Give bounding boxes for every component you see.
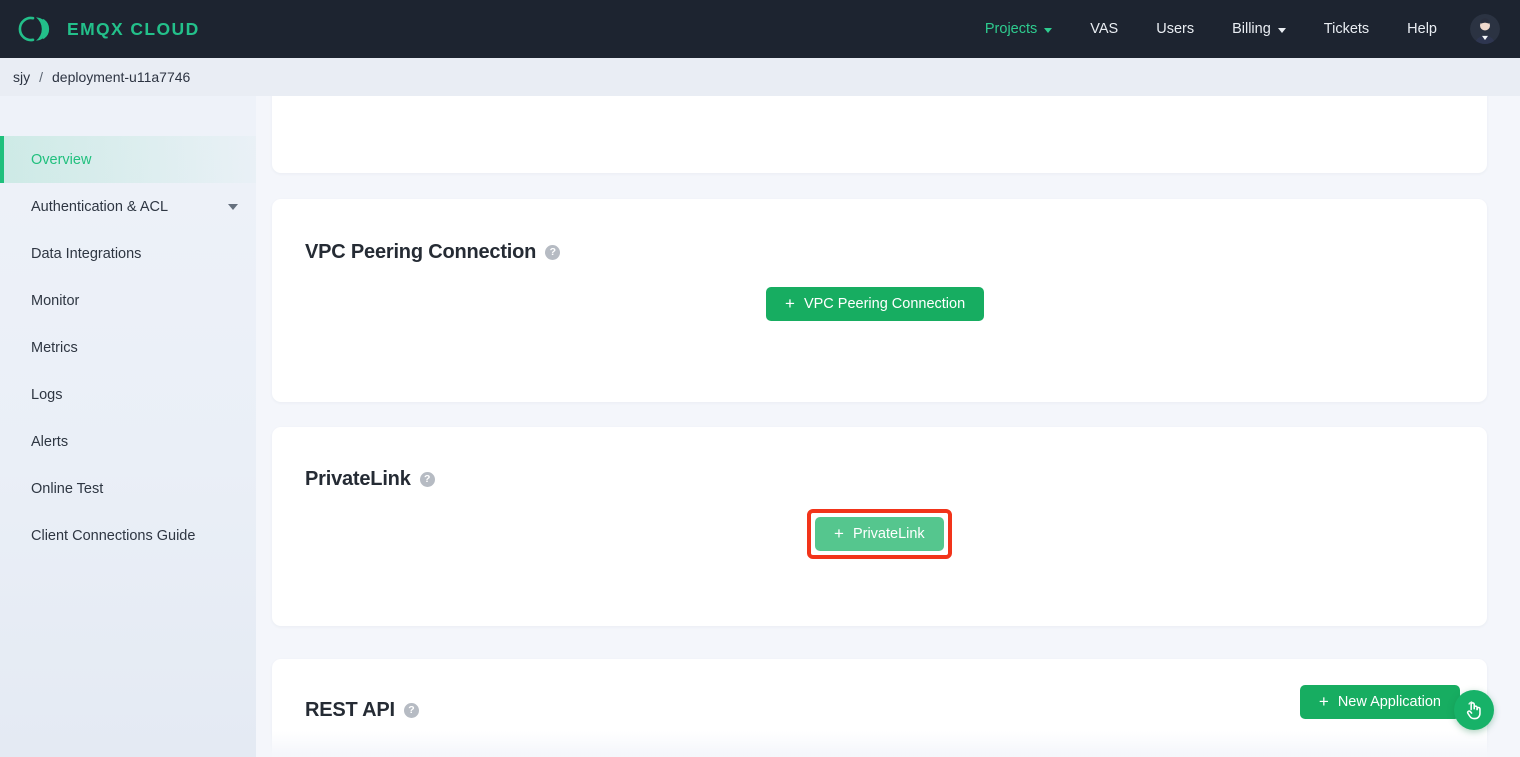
sidebar-item-label: Metrics bbox=[31, 340, 78, 356]
nav-item-tickets[interactable]: Tickets bbox=[1305, 0, 1388, 58]
breadcrumb-root[interactable]: sjy bbox=[13, 69, 30, 85]
tap-hand-icon[interactable] bbox=[1454, 690, 1494, 730]
page-title-text: PrivateLink bbox=[305, 468, 411, 491]
privatelink-button-highlight: + PrivateLink bbox=[807, 509, 952, 559]
button-label: New Application bbox=[1338, 694, 1441, 710]
privatelink-card-title: PrivateLink ? bbox=[305, 468, 435, 491]
card-scrolled-above bbox=[272, 96, 1487, 173]
add-vpc-peering-connection-button[interactable]: + VPC Peering Connection bbox=[766, 287, 984, 321]
nav-item-billing[interactable]: Billing bbox=[1213, 0, 1305, 58]
brand-name: EMQX CLOUD bbox=[67, 19, 200, 40]
breadcrumb-current[interactable]: deployment-u11a7746 bbox=[52, 69, 190, 85]
vpc-card-title: VPC Peering Connection ? bbox=[305, 241, 560, 264]
brand-logo[interactable]: EMQX CLOUD bbox=[16, 14, 200, 44]
sidebar: Overview Authentication & ACL Data Integ… bbox=[0, 96, 256, 757]
sidebar-item-label: Online Test bbox=[31, 481, 103, 497]
main-content: VPC Peering Connection ? + VPC Peering C… bbox=[256, 96, 1520, 757]
chevron-down-icon bbox=[228, 204, 238, 210]
new-application-button[interactable]: + New Application bbox=[1300, 685, 1460, 719]
help-icon[interactable]: ? bbox=[404, 703, 419, 718]
nav-item-label: VAS bbox=[1090, 21, 1118, 37]
add-privatelink-button[interactable]: + PrivateLink bbox=[815, 517, 944, 551]
nav-item-projects[interactable]: Projects bbox=[966, 0, 1071, 58]
nav-item-label: Projects bbox=[985, 21, 1037, 37]
chevron-down-icon bbox=[1044, 28, 1052, 33]
nav-item-help[interactable]: Help bbox=[1388, 0, 1456, 58]
sidebar-item-online-test[interactable]: Online Test bbox=[0, 465, 256, 512]
sidebar-item-metrics[interactable]: Metrics bbox=[0, 324, 256, 371]
plus-icon: + bbox=[834, 525, 844, 542]
sidebar-item-monitor[interactable]: Monitor bbox=[0, 277, 256, 324]
emqx-logo-icon bbox=[16, 14, 56, 44]
breadcrumb-separator: / bbox=[39, 69, 43, 85]
card-vpc-peering-connection: VPC Peering Connection ? + VPC Peering C… bbox=[272, 199, 1487, 402]
card-privatelink: PrivateLink ? + PrivateLink bbox=[272, 427, 1487, 626]
sidebar-item-label: Data Integrations bbox=[31, 246, 141, 262]
nav-item-label: Tickets bbox=[1324, 21, 1369, 37]
sidebar-item-data-integrations[interactable]: Data Integrations bbox=[0, 230, 256, 277]
sidebar-item-overview[interactable]: Overview bbox=[0, 136, 256, 183]
sidebar-item-label: Overview bbox=[31, 152, 91, 168]
plus-icon: + bbox=[1319, 693, 1329, 710]
help-icon[interactable]: ? bbox=[545, 245, 560, 260]
chevron-down-icon bbox=[1278, 28, 1286, 33]
nav-item-label: Billing bbox=[1232, 21, 1271, 37]
sidebar-item-label: Monitor bbox=[31, 293, 79, 309]
page-title-text: REST API bbox=[305, 699, 395, 722]
nav-item-users[interactable]: Users bbox=[1137, 0, 1213, 58]
breadcrumb: sjy / deployment-u11a7746 bbox=[0, 58, 1520, 96]
sidebar-item-logs[interactable]: Logs bbox=[0, 371, 256, 418]
card-rest-api: REST API ? + New Application API Endpoin… bbox=[272, 659, 1487, 757]
sidebar-item-client-connections-guide[interactable]: Client Connections Guide bbox=[0, 512, 256, 559]
sidebar-item-label: Authentication & ACL bbox=[31, 199, 168, 215]
help-icon[interactable]: ? bbox=[420, 472, 435, 487]
top-navigation-bar: EMQX CLOUD Projects VAS Users Billing Ti… bbox=[0, 0, 1520, 58]
nav-item-label: Users bbox=[1156, 21, 1194, 37]
page-title-text: VPC Peering Connection bbox=[305, 241, 536, 264]
app-root: EMQX CLOUD Projects VAS Users Billing Ti… bbox=[0, 0, 1520, 757]
sidebar-item-authentication-acl[interactable]: Authentication & ACL bbox=[0, 183, 256, 230]
sidebar-item-alerts[interactable]: Alerts bbox=[0, 418, 256, 465]
button-label: PrivateLink bbox=[853, 526, 925, 542]
sidebar-item-label: Logs bbox=[31, 387, 62, 403]
sidebar-item-label: Client Connections Guide bbox=[31, 528, 195, 544]
nav-item-label: Help bbox=[1407, 21, 1437, 37]
plus-icon: + bbox=[785, 295, 795, 312]
rest-api-card-title: REST API ? bbox=[305, 699, 419, 722]
user-avatar-icon[interactable] bbox=[1470, 14, 1500, 44]
button-label: VPC Peering Connection bbox=[804, 296, 965, 312]
sidebar-item-label: Alerts bbox=[31, 434, 68, 450]
nav-links: Projects VAS Users Billing Tickets Help bbox=[966, 0, 1520, 58]
nav-item-vas[interactable]: VAS bbox=[1071, 0, 1137, 58]
